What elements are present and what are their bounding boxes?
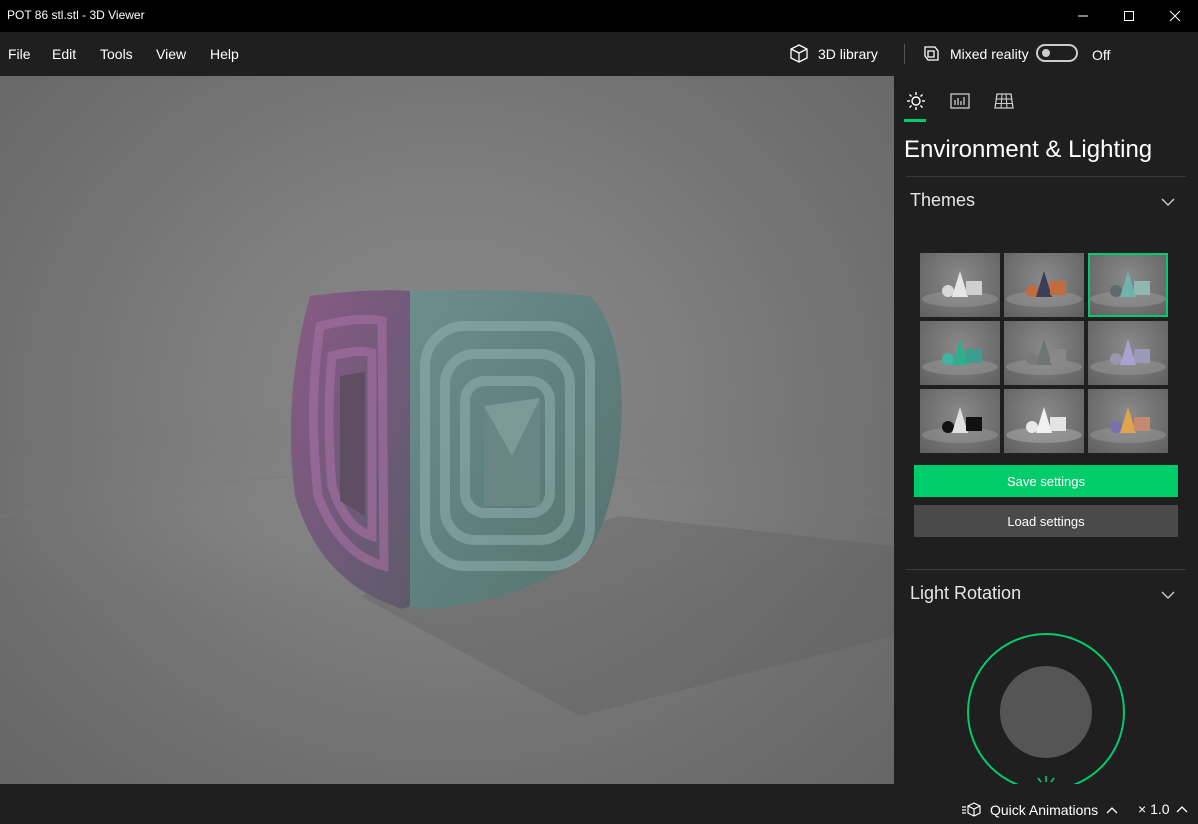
pot-left-center	[340, 372, 365, 516]
menu-tools[interactable]: Tools	[100, 46, 133, 62]
menu-file[interactable]: File	[8, 46, 31, 62]
3d-library-icon	[790, 44, 808, 63]
mixed-reality-label: Mixed reality	[950, 46, 1029, 62]
chevron-up-icon	[1106, 807, 1118, 814]
close-button[interactable]	[1152, 0, 1198, 32]
side-panel: Environment & Lighting Themes Save setti…	[894, 76, 1198, 784]
theme-preview	[1090, 339, 1166, 375]
window-title: POT 86 stl.stl - 3D Viewer	[7, 8, 145, 22]
speed-value: × 1.0	[1138, 801, 1170, 817]
theme-preview	[1006, 339, 1082, 375]
section-divider	[906, 569, 1186, 570]
status-bar: Quick Animations × 1.0	[0, 784, 1198, 824]
theme-preview	[1090, 271, 1166, 307]
chevron-down-icon[interactable]	[1160, 587, 1176, 603]
theme-preview	[922, 407, 998, 443]
chevron-up-icon	[1176, 806, 1187, 813]
toggle-knob	[1042, 49, 1050, 57]
save-settings-button[interactable]: Save settings	[914, 465, 1178, 497]
theme-gray[interactable]	[1004, 321, 1084, 385]
theme-light-white[interactable]	[1004, 389, 1084, 453]
maximize-button[interactable]	[1106, 0, 1152, 32]
menu-help[interactable]: Help	[210, 46, 239, 62]
menu-bar: File Edit Tools View Help 3D library Mix…	[0, 32, 1198, 76]
section-divider	[906, 176, 1186, 177]
mixed-reality-toggle[interactable]	[1036, 44, 1078, 62]
3d-viewport[interactable]	[0, 76, 894, 784]
theme-preview	[1006, 271, 1082, 307]
toolbar-divider	[904, 44, 905, 64]
theme-multicolor[interactable]	[1088, 389, 1168, 453]
theme-preview	[1006, 407, 1082, 443]
light-rotation-header[interactable]: Light Rotation	[910, 583, 1021, 604]
3d-library-label: 3D library	[818, 46, 878, 62]
menu-edit[interactable]: Edit	[52, 46, 76, 62]
tab-stats[interactable]	[946, 88, 974, 114]
grid-icon	[994, 93, 1014, 109]
stats-icon	[950, 93, 970, 109]
mixed-reality-button[interactable]: Mixed reality	[920, 43, 1029, 65]
theme-black-white[interactable]	[920, 389, 1000, 453]
sun-icon	[1037, 776, 1055, 783]
close-icon	[1169, 10, 1181, 22]
viewport-scene	[0, 290, 894, 716]
animation-icon	[962, 802, 981, 817]
3d-library-button[interactable]: 3D library	[788, 43, 878, 65]
theme-white[interactable]	[920, 253, 1000, 317]
quick-animations-button[interactable]: Quick Animations	[962, 801, 1118, 819]
tab-environment[interactable]	[902, 88, 930, 114]
environment-icon	[907, 92, 925, 110]
light-rotation-knob	[1000, 666, 1092, 758]
theme-teal[interactable]	[1088, 253, 1168, 317]
speed-selector[interactable]: × 1.0	[1138, 801, 1188, 817]
theme-lavender[interactable]	[1088, 321, 1168, 385]
themes-header[interactable]: Themes	[910, 190, 975, 211]
panel-title: Environment & Lighting	[904, 136, 1153, 163]
themes-grid	[920, 253, 1170, 453]
theme-preview	[922, 339, 998, 375]
mixed-reality-state: Off	[1092, 47, 1111, 63]
quick-animations-label: Quick Animations	[990, 802, 1099, 818]
theme-preview	[1090, 407, 1166, 443]
light-rotation-dial[interactable]	[966, 632, 1126, 784]
menu-view[interactable]: View	[156, 46, 186, 62]
theme-preview	[922, 271, 998, 307]
maximize-icon	[1124, 11, 1134, 21]
active-tab-indicator	[904, 119, 926, 122]
minimize-icon	[1078, 15, 1088, 17]
theme-green[interactable]	[920, 321, 1000, 385]
minimize-button[interactable]	[1060, 0, 1106, 32]
tab-grid[interactable]	[990, 88, 1018, 114]
mixed-reality-icon	[924, 46, 939, 61]
theme-orange-navy[interactable]	[1004, 253, 1084, 317]
load-settings-button[interactable]: Load settings	[914, 505, 1178, 537]
chevron-down-icon[interactable]	[1160, 194, 1176, 210]
title-bar: POT 86 stl.stl - 3D Viewer	[0, 0, 1198, 32]
